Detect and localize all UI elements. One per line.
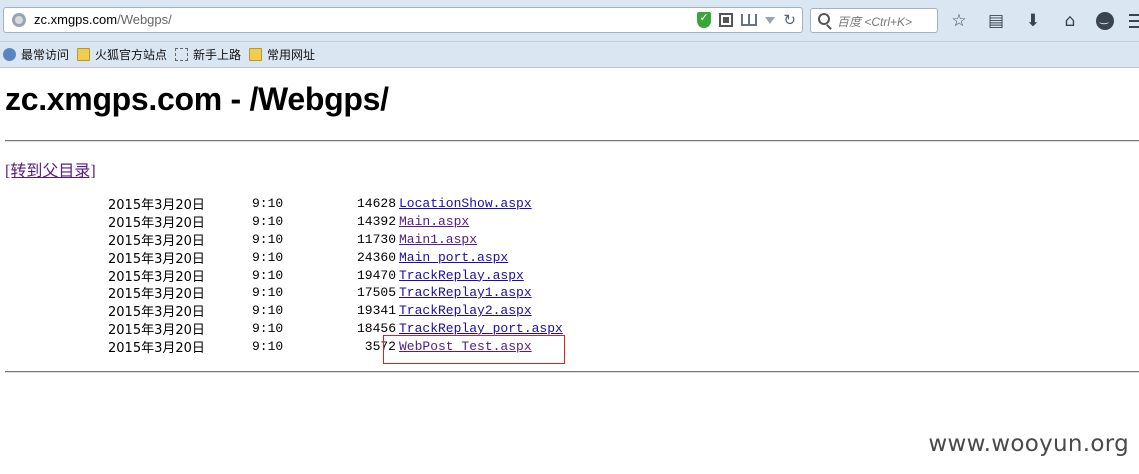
toolbar-icons: ☆ ▤ ⬇ ⌂ [948,11,1139,31]
file-time: 9:10 [252,303,284,319]
file-time: 9:10 [252,249,284,265]
page-content: zc.xmgps.com - /Webgps/ [转到父目录] 2015年3月2… [0,69,1139,474]
bookmark-getting-started[interactable]: 新手上路 [175,46,241,63]
watermark: www.wooyun.org [928,431,1129,457]
file-link[interactable]: LocationShow.aspx [399,196,532,211]
hamburger-menu-icon[interactable] [1129,14,1139,28]
folder-icon [77,48,91,61]
file-size: 19341 [356,303,396,319]
file-date: 2015年3月20日 [108,251,205,267]
reader-view-icon[interactable] [741,14,758,26]
file-size: 18456 [356,320,396,336]
search-box[interactable]: 百度 <Ctrl+K> [810,8,938,33]
address-bar-icons: ↻ [697,11,796,28]
qr-code-icon[interactable] [719,13,734,27]
shield-icon[interactable] [697,11,712,28]
file-link[interactable]: Main_port.aspx [399,250,508,265]
file-date: 2015年3月20日 [108,305,205,321]
file-time: 9:10 [252,285,284,301]
table-row: 2015年3月20日 9:10 11730 Main1.aspx [108,231,563,249]
url-host: zc.xmgps.com [34,12,118,27]
table-row: 2015年3月20日 9:10 19341 TrackReplay2.aspx [108,302,563,320]
url-text[interactable]: zc.xmgps.com/Webgps/ [34,12,172,27]
bookmark-star-icon[interactable]: ☆ [948,11,970,31]
file-time: 9:10 [252,320,284,336]
file-listing: 2015年3月20日 9:10 14628 LocationShow.aspx … [108,195,563,355]
file-size: 17505 [356,285,396,301]
history-dropdown-icon[interactable] [765,16,776,24]
browser-toolbar: zc.xmgps.com/Webgps/ ↻ 百度 <Ctrl+K> ☆ ▤ ⬇… [0,0,1139,42]
divider [5,140,1139,142]
file-time: 9:10 [252,196,284,212]
bookmark-most-visited[interactable]: 最常访问 [3,46,69,63]
annotation-highlight-box [383,335,565,364]
bookmark-firefox-site[interactable]: 火狐官方站点 [77,46,167,63]
table-row: 2015年3月20日 9:10 14628 LocationShow.aspx [108,195,563,213]
file-date: 2015年3月20日 [108,198,205,214]
dashed-folder-icon [175,48,189,61]
file-link[interactable]: Main1.aspx [399,232,477,247]
parent-directory-link[interactable]: [转到父目录] [5,157,96,181]
file-date: 2015年3月20日 [108,322,205,338]
file-date: 2015年3月20日 [108,216,205,232]
page-title: zc.xmgps.com - /Webgps/ [5,81,389,117]
downloads-icon[interactable]: ⬇ [1022,11,1044,31]
file-date: 2015年3月20日 [108,287,205,303]
file-link[interactable]: TrackReplay2.aspx [399,303,532,318]
bookmark-label: 最常访问 [21,48,70,62]
file-date: 2015年3月20日 [108,234,205,249]
table-row: 2015年3月20日 9:10 24360 Main_port.aspx [108,248,563,267]
url-path: /Webgps/ [117,12,172,27]
file-link[interactable]: TrackReplay1.aspx [399,285,532,300]
file-link[interactable]: TrackReplay.aspx [399,268,524,283]
file-date: 2015年3月20日 [108,340,205,356]
table-row: 2015年3月20日 9:10 19470 TrackReplay.aspx [108,266,563,285]
table-row: 2015年3月20日 9:10 14392 Main.aspx [108,213,563,231]
reload-icon[interactable]: ↻ [783,12,796,28]
file-time: 9:10 [252,231,284,247]
file-size: 24360 [356,249,396,265]
table-row: 2015年3月20日 9:10 17505 TrackReplay1.aspx [108,284,563,302]
file-link[interactable]: TrackReplay_port.aspx [399,321,563,336]
address-bar[interactable]: zc.xmgps.com/Webgps/ ↻ [3,7,803,33]
bookmark-label: 新手上路 [193,48,242,62]
file-size: 3572 [364,338,396,354]
divider [5,371,1139,373]
file-time: 9:10 [252,214,284,230]
file-size: 19470 [356,267,396,283]
bookmarks-bar: 最常访问 火狐官方站点 新手上路 常用网址 [0,42,1139,68]
file-link[interactable]: Main.aspx [399,214,469,229]
file-size: 11730 [356,231,396,247]
search-placeholder: 百度 <Ctrl+K> [837,15,913,29]
folder-icon [249,48,263,61]
bookmark-star-icon [3,48,16,61]
file-size: 14392 [356,214,396,230]
bookmarks-menu-icon[interactable]: ▤ [985,11,1007,31]
bookmark-label: 常用网址 [267,48,316,62]
feedback-smile-icon[interactable] [1096,12,1114,30]
search-icon [818,13,830,25]
bookmark-common-sites[interactable]: 常用网址 [249,46,315,63]
file-time: 9:10 [252,338,284,354]
file-size: 14628 [356,196,396,212]
home-icon[interactable]: ⌂ [1059,11,1081,31]
file-time: 9:10 [252,267,284,283]
globe-icon [12,13,26,27]
file-date: 2015年3月20日 [108,269,205,285]
bookmark-label: 火狐官方站点 [95,48,168,62]
